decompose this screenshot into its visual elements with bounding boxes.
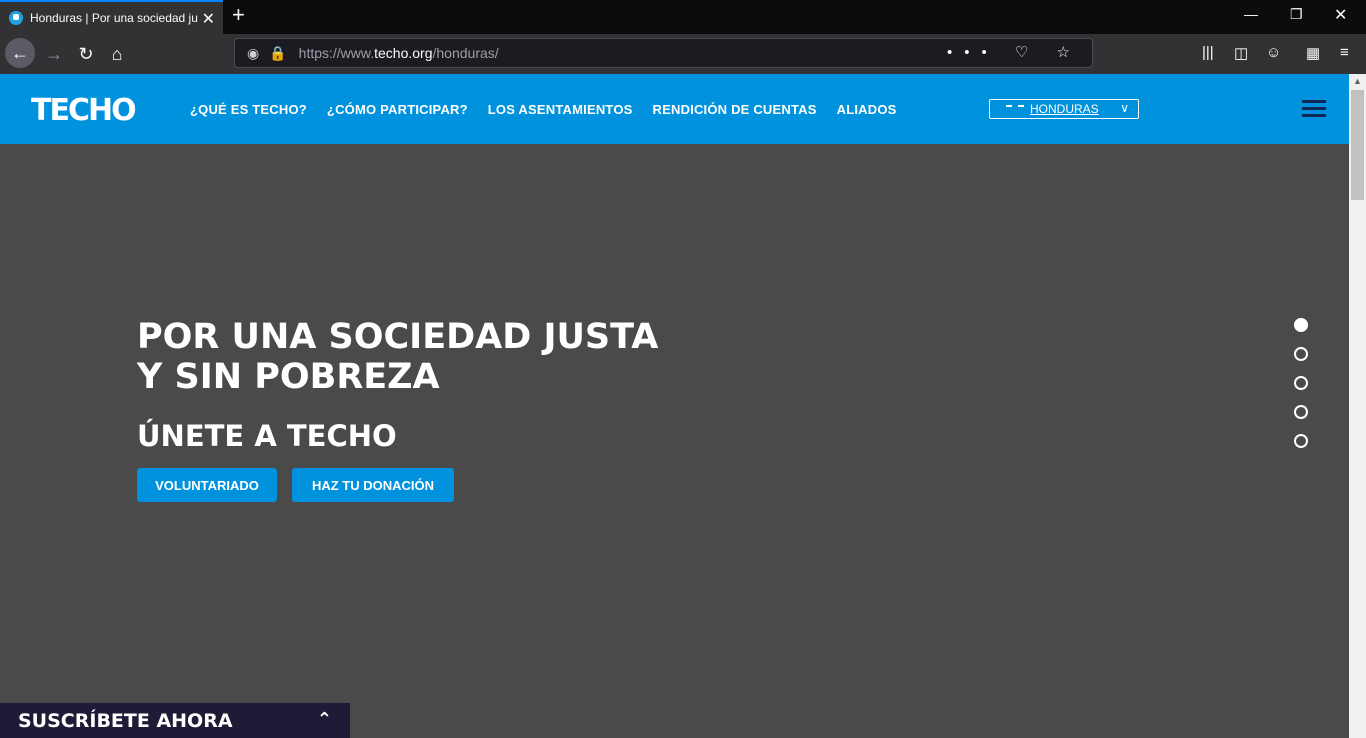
techo-logo[interactable]: TECHO <box>31 93 137 128</box>
techo-favicon-icon <box>9 11 23 25</box>
close-tab-icon[interactable]: ✕ <box>202 9 215 29</box>
library-icon[interactable]: ||| <box>1202 44 1214 61</box>
reload-button[interactable]: ↻ <box>72 40 100 68</box>
home-button[interactable]: ⌂ <box>103 40 131 68</box>
url-prefix: https://www. <box>298 45 375 61</box>
scrollbar-thumb[interactable] <box>1351 90 1364 200</box>
url-actions-icons[interactable]: ••• ♡ ☆ <box>947 43 1082 61</box>
chevron-down-icon: ∨ <box>1120 101 1129 115</box>
slide-dot-3[interactable] <box>1294 376 1308 390</box>
site-header: TECHO ¿QUÉ ES TECHO? ¿CÓMO PARTICIPAR? L… <box>0 74 1349 144</box>
menu-item-rendicion-de-cuentas[interactable]: RENDICIÓN DE CUENTAS <box>653 102 817 117</box>
url-domain: techo.org <box>374 45 433 61</box>
new-tab-button[interactable]: + <box>232 4 245 26</box>
back-button[interactable]: ← <box>5 38 35 68</box>
slide-dot-2[interactable] <box>1294 347 1308 361</box>
address-bar[interactable]: ◉ 🔒 https://www.techo.org/honduras/ ••• … <box>234 38 1093 68</box>
shield-icon[interactable]: ◉ <box>247 45 259 62</box>
web-page: TECHO ¿QUÉ ES TECHO? ¿CÓMO PARTICIPAR? L… <box>0 74 1349 738</box>
account-icon[interactable]: ☺ <box>1266 44 1281 61</box>
hero-subtitle: ÚNETE A TECHO <box>137 419 397 453</box>
flag-icon <box>1006 105 1024 109</box>
sidebar-icon[interactable]: ◫ <box>1234 44 1248 62</box>
hero-title: POR UNA SOCIEDAD JUSTA Y SIN POBREZA <box>137 317 737 397</box>
slider-pagination <box>1294 318 1308 463</box>
menu-item-asentamientos[interactable]: LOS ASENTAMIENTOS <box>488 102 633 117</box>
close-window-button[interactable]: ✕ <box>1334 5 1347 25</box>
slide-dot-5[interactable] <box>1294 434 1308 448</box>
country-selector[interactable]: HONDURAS ∨ <box>989 99 1139 119</box>
minimize-window-button[interactable]: — <box>1244 6 1258 22</box>
tab-title: Honduras | Por una sociedad ju <box>30 11 198 25</box>
menu-item-aliados[interactable]: ALIADOS <box>837 102 897 117</box>
hero-title-line-1: POR UNA SOCIEDAD JUSTA <box>137 317 659 357</box>
browser-toolbar: ← → ↻ ⌂ ◉ 🔒 https://www.techo.org/hondur… <box>0 34 1366 74</box>
menu-item-que-es-techo[interactable]: ¿QUÉ ES TECHO? <box>190 102 307 117</box>
menu-item-como-participar[interactable]: ¿CÓMO PARTICIPAR? <box>327 102 468 117</box>
app-menu-icon[interactable]: ≡ <box>1340 44 1349 61</box>
browser-tab-bar: Honduras | Por una sociedad ju ✕ + — ❐ ✕ <box>0 0 1366 34</box>
browser-tab[interactable]: Honduras | Por una sociedad ju ✕ <box>0 0 223 34</box>
donate-button[interactable]: HAZ TU DONACIÓN <box>292 468 454 502</box>
forward-button[interactable]: → <box>40 40 68 68</box>
lock-icon[interactable]: 🔒 <box>269 45 286 62</box>
restore-window-button[interactable]: ❐ <box>1290 6 1303 23</box>
country-label: HONDURAS <box>1030 102 1099 116</box>
volunteer-button[interactable]: VOLUNTARIADO <box>137 468 277 502</box>
subscribe-label: SUSCRÍBETE AHORA <box>18 709 233 732</box>
extensions-icon[interactable]: ▦ <box>1306 44 1320 62</box>
scroll-up-arrow-icon[interactable]: ▲ <box>1353 76 1362 86</box>
hero-title-line-2: Y SIN POBREZA <box>137 357 440 397</box>
subscribe-bar[interactable]: SUSCRÍBETE AHORA ⌃ <box>0 703 350 738</box>
page-scrollbar[interactable]: ▲ <box>1349 74 1366 738</box>
url-path: /honduras/ <box>432 45 499 61</box>
hamburger-menu-icon[interactable] <box>1302 100 1326 118</box>
chevron-up-icon[interactable]: ⌃ <box>317 709 332 730</box>
slide-dot-4[interactable] <box>1294 405 1308 419</box>
slide-dot-1[interactable] <box>1294 318 1308 332</box>
url-text: https://www.techo.org/honduras/ <box>299 45 499 61</box>
main-menu: ¿QUÉ ES TECHO? ¿CÓMO PARTICIPAR? LOS ASE… <box>190 102 897 117</box>
